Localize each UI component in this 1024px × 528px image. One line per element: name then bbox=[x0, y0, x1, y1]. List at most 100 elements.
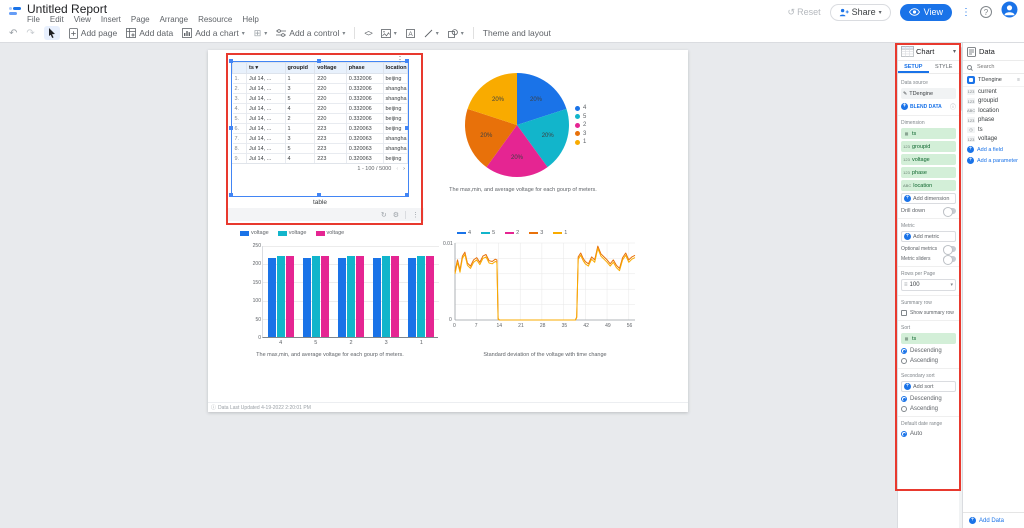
pie-chart[interactable]: 20% 20% 20% 20% 20% bbox=[464, 72, 570, 183]
field-current[interactable]: 123 current bbox=[963, 87, 1024, 97]
selection-handle[interactable] bbox=[405, 59, 409, 63]
line-legend-item-3[interactable]: 3 bbox=[529, 230, 543, 236]
column-header-location[interactable]: location bbox=[382, 62, 408, 74]
refresh-icon[interactable]: ↻ bbox=[381, 211, 387, 219]
select-tool-button[interactable] bbox=[43, 26, 60, 40]
tab-style[interactable]: STYLE bbox=[929, 61, 960, 73]
selection-handle[interactable] bbox=[229, 193, 233, 197]
add-field-link[interactable]: + Add a field bbox=[963, 144, 1024, 155]
data-source-row[interactable]: TDengine ≡ bbox=[963, 74, 1024, 87]
table-chart-menu-icon[interactable]: ⋮ bbox=[396, 55, 404, 64]
avatar[interactable] bbox=[1001, 1, 1018, 23]
field-phase[interactable]: 123 phase bbox=[963, 116, 1024, 126]
field-ts[interactable]: ◷ ts bbox=[963, 125, 1024, 135]
secondary-descending-radio[interactable] bbox=[901, 396, 907, 402]
menu-page[interactable]: Page bbox=[131, 15, 150, 24]
tab-setup[interactable]: SETUP bbox=[898, 61, 929, 73]
add-data-button[interactable]: + Add Data bbox=[963, 512, 1024, 528]
line-legend-item-4[interactable]: 4 bbox=[457, 230, 471, 236]
add-page-button[interactable]: Add page bbox=[68, 27, 117, 39]
selection-handle[interactable] bbox=[229, 126, 233, 130]
menu-help[interactable]: Help bbox=[242, 15, 258, 24]
line-legend-item-1[interactable]: 1 bbox=[553, 230, 567, 236]
shape-tool-button[interactable]: ▾ bbox=[447, 28, 464, 38]
line-legend-item-5[interactable]: 5 bbox=[481, 230, 495, 236]
dimension-chip-ts[interactable]: ▦ ts bbox=[901, 128, 956, 139]
add-parameter-link[interactable]: + Add a parameter bbox=[963, 155, 1024, 166]
add-metric-button[interactable]: + Add metric bbox=[901, 231, 956, 242]
table-header[interactable]: ts ▾ groupid voltage phase location bbox=[232, 62, 408, 74]
reset-button[interactable]: ↺ Reset bbox=[788, 7, 821, 18]
field-search[interactable] bbox=[963, 61, 1024, 74]
dimension-chip-voltage[interactable]: 123 voltage bbox=[901, 154, 956, 165]
legend-item-4[interactable]: 4 bbox=[575, 105, 586, 111]
undo-button[interactable]: ↶ bbox=[9, 28, 17, 39]
menu-insert[interactable]: Insert bbox=[101, 15, 121, 24]
auto-date-range-radio[interactable] bbox=[901, 431, 907, 437]
page-prev-icon[interactable]: ‹ bbox=[396, 166, 398, 172]
show-summary-row-checkbox[interactable] bbox=[901, 310, 907, 316]
community-visualizations-button[interactable]: ⊞ ▾ bbox=[254, 28, 268, 39]
legend-item-1[interactable]: 1 bbox=[575, 139, 586, 145]
blend-data-link[interactable]: + BLEND DATA ⓘ bbox=[901, 102, 956, 111]
line-legend-item-2[interactable]: 2 bbox=[505, 230, 519, 236]
help-icon[interactable]: ? bbox=[980, 6, 992, 18]
menu-arrange[interactable]: Arrange bbox=[160, 15, 188, 24]
add-data-button[interactable]: Add data bbox=[126, 28, 173, 38]
menu-file[interactable]: File bbox=[27, 15, 40, 24]
view-button[interactable]: View bbox=[899, 3, 952, 21]
search-input[interactable] bbox=[975, 63, 1013, 71]
rows-per-page-select[interactable]: ≡ 100 ▾ bbox=[901, 279, 956, 291]
chevron-down-icon[interactable]: ▾ bbox=[953, 48, 956, 55]
add-chart-button[interactable]: Add a chart ▾ bbox=[182, 28, 245, 38]
collapse-fields-icon[interactable]: ≡ bbox=[1017, 77, 1020, 83]
legend-item-5[interactable]: 5 bbox=[575, 114, 586, 120]
text-box-button[interactable]: A bbox=[405, 28, 415, 38]
menu-edit[interactable]: Edit bbox=[50, 15, 64, 24]
column-header-voltage[interactable]: voltage bbox=[314, 62, 347, 74]
page-next-icon[interactable]: › bbox=[403, 166, 405, 172]
legend-item-3[interactable]: 3 bbox=[575, 131, 586, 137]
add-control-button[interactable]: Add a control ▾ bbox=[276, 28, 345, 38]
report-canvas-page[interactable]: ⋮ ts ▾ groupid voltage phase location 1. Jul … bbox=[208, 50, 688, 412]
legend-item-2[interactable]: 2 bbox=[575, 122, 586, 128]
bar-legend-item-2[interactable]: voltage bbox=[315, 230, 344, 236]
sort-field-chip[interactable]: ▦ ts bbox=[901, 333, 956, 344]
line-chart[interactable]: 4 5 2 3 1 0 7 14 21 28 35 42 49 56 0.01 0 Standard dev… bbox=[443, 228, 645, 360]
report-title[interactable]: Untitled Report bbox=[27, 2, 107, 16]
metric-sliders-toggle[interactable] bbox=[943, 255, 956, 265]
selection-handle[interactable] bbox=[405, 126, 409, 130]
optional-metrics-toggle[interactable] bbox=[943, 245, 956, 255]
menu-resource[interactable]: Resource bbox=[198, 15, 232, 24]
field-location[interactable]: ABC location bbox=[963, 106, 1024, 116]
redo-button[interactable]: ↷ bbox=[26, 28, 34, 39]
column-header-phase[interactable]: phase bbox=[345, 62, 384, 74]
bar-chart[interactable]: voltage voltage voltage 0 50 100 150 200 250 4 5 2… bbox=[230, 228, 439, 360]
menu-view[interactable]: View bbox=[74, 15, 91, 24]
image-button[interactable]: ▾ bbox=[380, 28, 397, 38]
drill-down-toggle[interactable] bbox=[943, 207, 956, 217]
embed-url-button[interactable]: <> bbox=[364, 29, 372, 38]
strip-menu-icon[interactable]: ⋮ bbox=[412, 211, 419, 219]
bar-legend-item-1[interactable]: voltage bbox=[277, 230, 307, 236]
dimension-chip-location[interactable]: ABC location bbox=[901, 180, 956, 191]
selection-handle[interactable] bbox=[317, 193, 321, 197]
line-tool-button[interactable]: ▾ bbox=[424, 29, 439, 38]
table-chart[interactable]: ts ▾ groupid voltage phase location 1. Jul 14… bbox=[232, 62, 408, 174]
field-voltage[interactable]: 123 voltage bbox=[963, 135, 1024, 145]
add-sort-button[interactable]: + Add sort bbox=[901, 381, 956, 392]
gear-icon[interactable]: ⚙ bbox=[393, 211, 399, 219]
selection-handle[interactable] bbox=[405, 193, 409, 197]
bar-legend-item-0[interactable]: voltage bbox=[240, 230, 269, 236]
secondary-ascending-radio[interactable] bbox=[901, 406, 907, 412]
share-button[interactable]: Share ▾ bbox=[829, 3, 891, 21]
dimension-chip-groupid[interactable]: 123 groupid bbox=[901, 141, 956, 152]
add-dimension-button[interactable]: + Add dimension bbox=[901, 193, 956, 204]
sort-descending-radio[interactable] bbox=[901, 348, 907, 354]
column-header-ts[interactable]: ts ▾ bbox=[246, 62, 286, 74]
more-options-icon[interactable]: ⋮ bbox=[961, 7, 971, 18]
theme-layout-button[interactable]: Theme and layout bbox=[483, 28, 551, 38]
selection-handle[interactable] bbox=[317, 59, 321, 63]
selection-handle[interactable] bbox=[229, 59, 233, 63]
sort-ascending-radio[interactable] bbox=[901, 358, 907, 364]
